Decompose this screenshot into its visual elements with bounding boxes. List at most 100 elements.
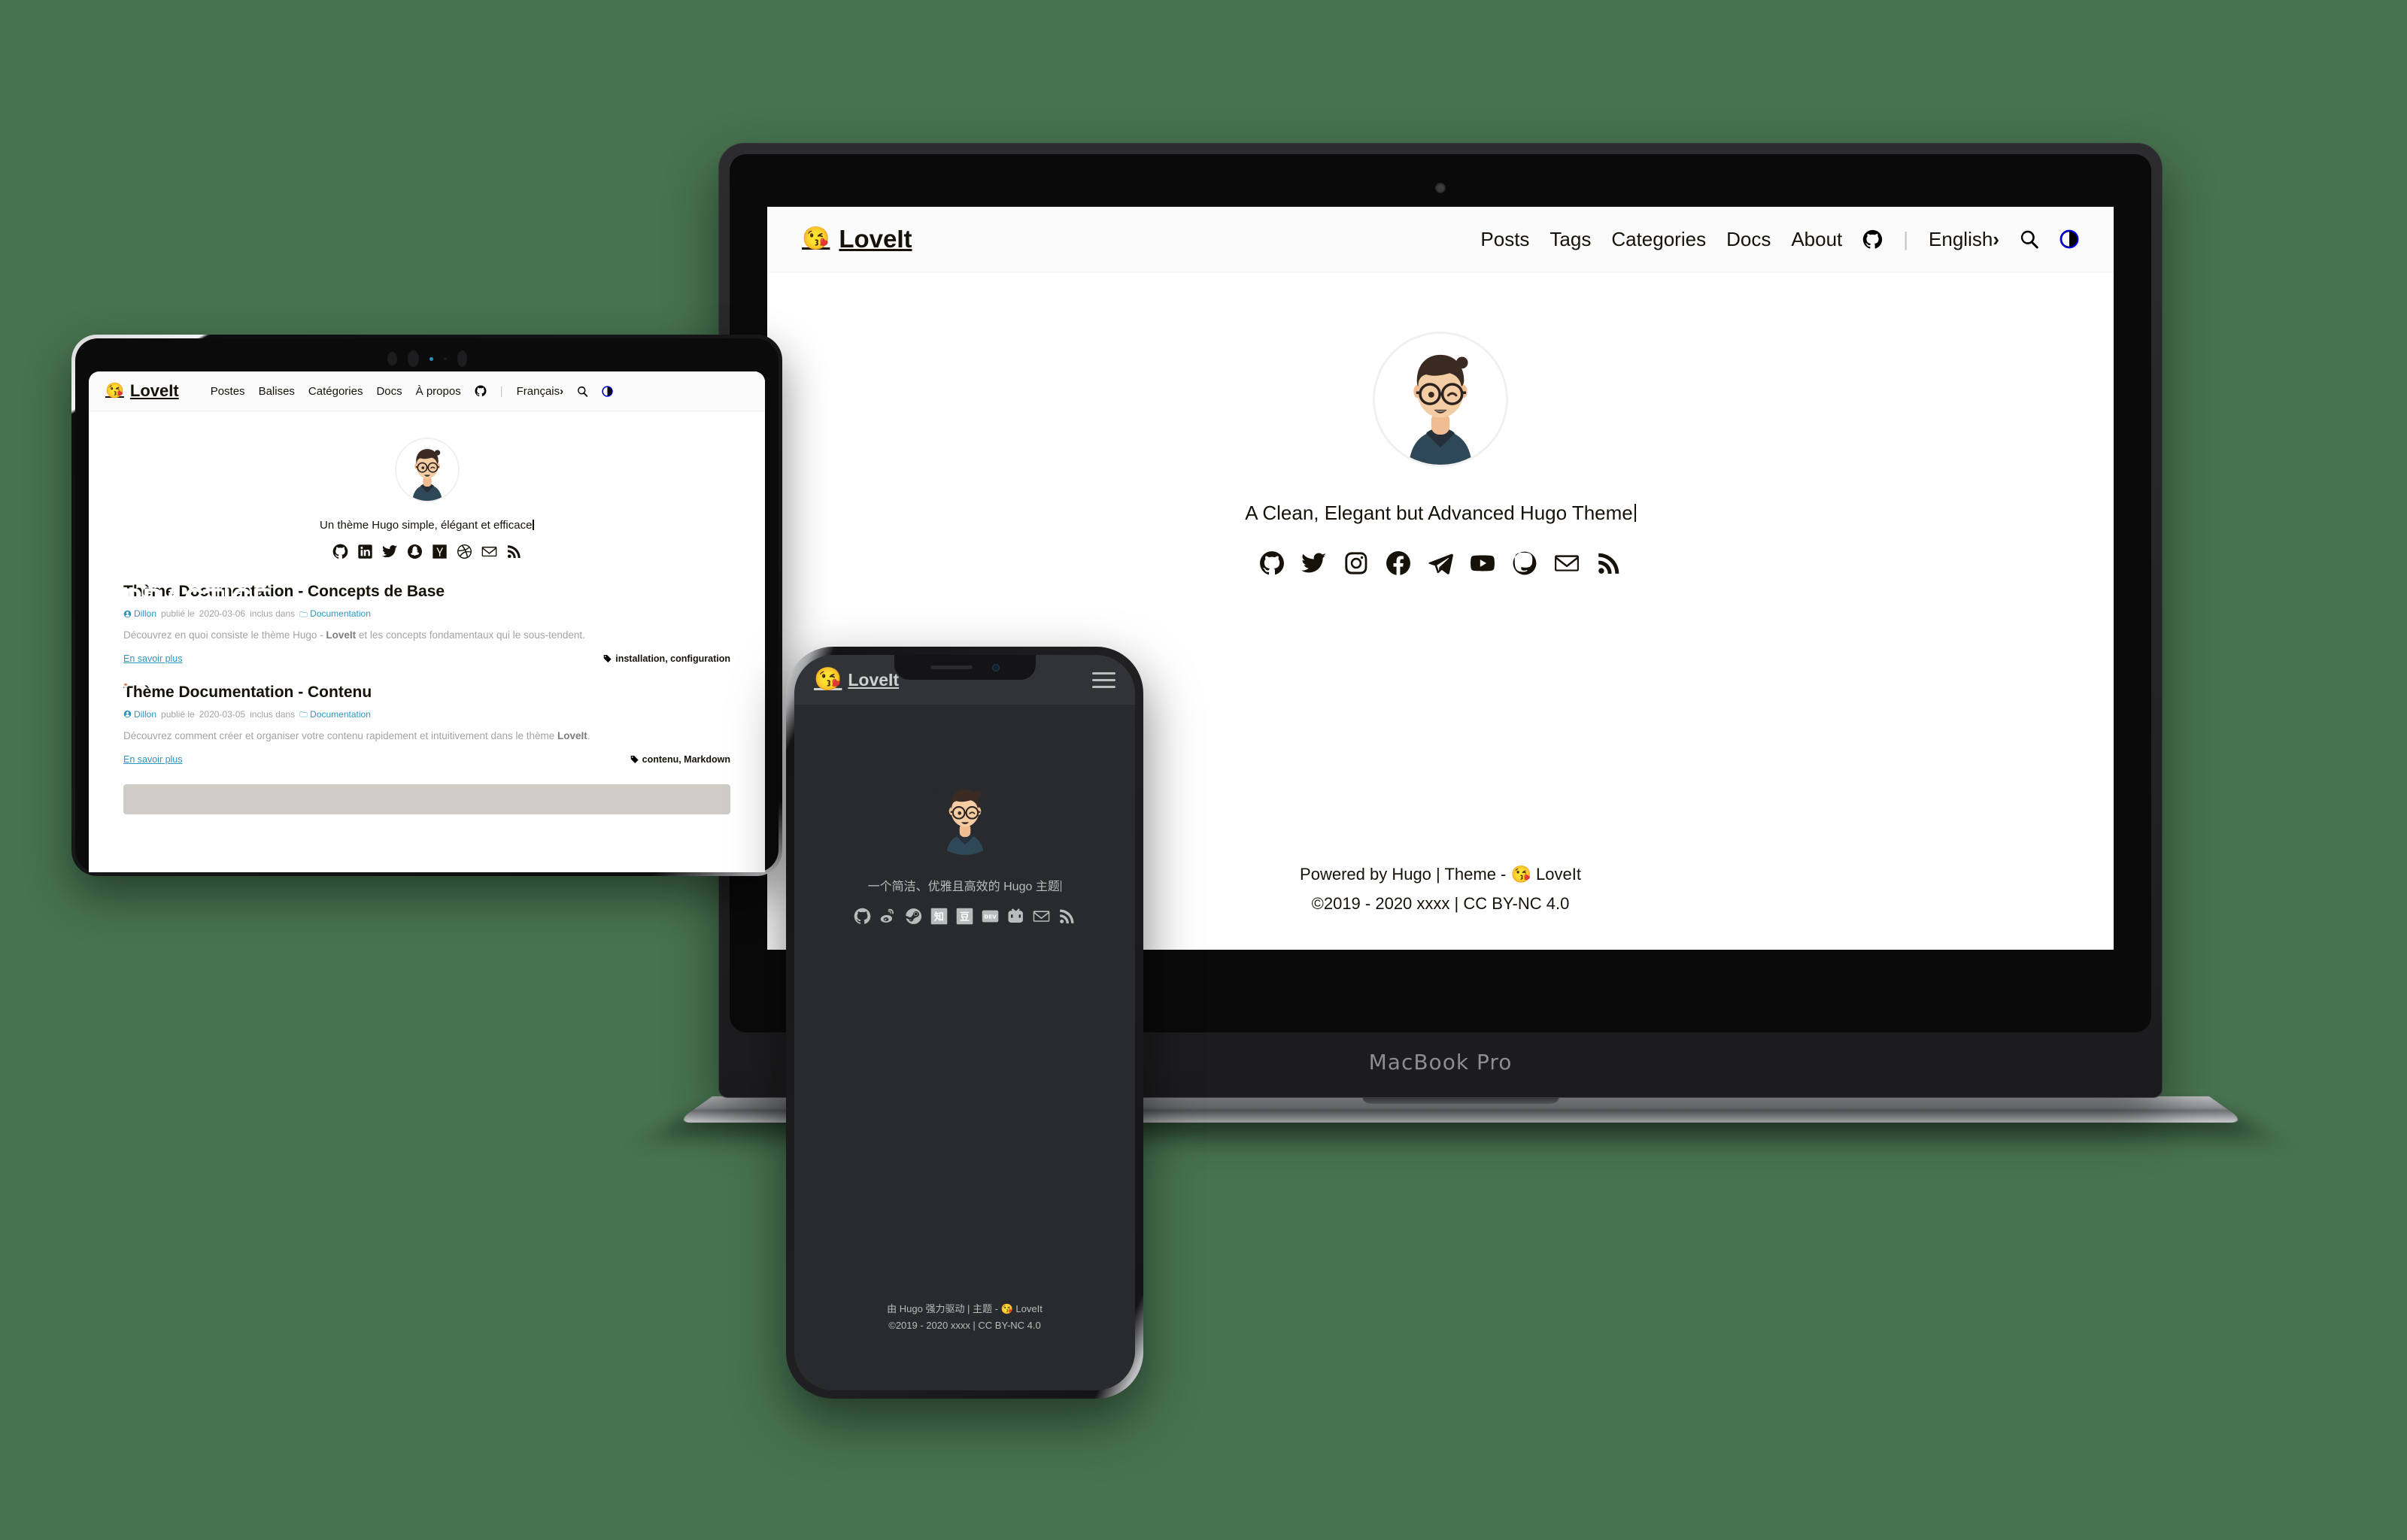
dribbble-icon[interactable]	[457, 544, 472, 563]
rss-icon[interactable]	[1058, 908, 1076, 929]
telegram-icon[interactable]	[1428, 550, 1453, 580]
site-tagline: 一个简洁、优雅且高效的 Hugo 主题	[794, 876, 1135, 894]
tablet-frame: 😘 LoveIt Postes Balises Catégories Docs …	[71, 335, 782, 876]
rss-icon[interactable]	[1596, 550, 1622, 580]
language-selector[interactable]: English›	[1929, 228, 1999, 251]
nav-divider: |	[499, 384, 503, 398]
phone-notch	[894, 655, 1036, 680]
github-icon[interactable]	[1862, 229, 1883, 250]
instagram-icon[interactable]	[1343, 550, 1369, 580]
nav-categories[interactable]: Catégories	[308, 385, 363, 398]
tablet-site-header: 😘 LoveIt Postes Balises Catégories Docs …	[89, 371, 765, 411]
language-selector[interactable]: Français›	[517, 385, 564, 398]
post-category[interactable]: Documentation	[299, 608, 371, 619]
nav-a-propos[interactable]: À propos	[416, 385, 461, 398]
brand-label: LoveIt	[839, 225, 912, 253]
read-more-link[interactable]: En savoir plus	[123, 653, 183, 664]
bilibili-icon[interactable]	[1007, 908, 1024, 929]
post-published-label: publié le	[161, 708, 195, 720]
tag-icon	[603, 655, 612, 663]
typing-caret	[533, 520, 534, 530]
folder-icon	[299, 611, 308, 617]
ycombinator-icon[interactable]	[432, 544, 448, 563]
avatar	[394, 438, 460, 502]
post-summary: Découvrez en quoi consiste le thème Hugo…	[123, 629, 585, 641]
nav-docs[interactable]: Docs	[1726, 228, 1771, 251]
nav-balises[interactable]: Balises	[259, 385, 295, 398]
post-list: BEST PRACTICE Thème Documentation - Conc…	[89, 551, 765, 814]
avatar-illustration	[925, 777, 1004, 855]
folder-icon	[299, 711, 308, 717]
nav-posts[interactable]: Posts	[1480, 228, 1529, 251]
post-tags[interactable]: contenu, Markdown	[630, 754, 730, 765]
laptop-main-nav: Posts Tags Categories Docs About | Engli…	[1480, 228, 2079, 251]
weibo-icon[interactable]	[879, 908, 897, 929]
steam-icon[interactable]	[905, 908, 922, 929]
youtube-icon[interactable]	[1470, 550, 1495, 580]
post-category[interactable]: Documentation	[299, 709, 371, 720]
nav-postes[interactable]: Postes	[211, 385, 245, 398]
brand-label: LoveIt	[848, 669, 900, 690]
email-icon[interactable]	[1033, 908, 1050, 929]
tablet-bezel: 😘 LoveIt Postes Balises Catégories Docs …	[75, 338, 779, 872]
kissing-face-icon: 😘	[1510, 864, 1531, 884]
douban-icon[interactable]	[956, 908, 973, 929]
email-icon[interactable]	[1554, 550, 1580, 580]
linkedin-icon[interactable]	[357, 544, 373, 563]
laptop-home-content: A Clean, Elegant but Advanced Hugo Theme	[767, 271, 2114, 580]
mastodon-icon[interactable]	[1512, 550, 1537, 580]
front-camera-icon	[991, 663, 1000, 671]
twitter-icon[interactable]	[381, 544, 398, 563]
theme-toggle-icon[interactable]	[602, 385, 614, 397]
phone-home-content: 一个简洁、优雅且高效的 Hugo 主题	[794, 705, 1135, 929]
search-icon[interactable]	[2020, 229, 2039, 249]
post-thumbnail-partial	[123, 784, 730, 814]
post-title[interactable]: Thème Documentation - Contenu	[123, 684, 730, 702]
rss-icon[interactable]	[506, 544, 522, 563]
facebook-icon[interactable]	[1386, 550, 1411, 580]
kissing-face-icon: 😘	[1000, 1303, 1013, 1315]
site-tagline: A Clean, Elegant but Advanced Hugo Theme	[767, 502, 2114, 525]
email-icon[interactable]	[481, 544, 497, 563]
kissing-face-icon: 😘	[105, 383, 124, 399]
post-author[interactable]: Dillon	[123, 709, 156, 720]
github-icon[interactable]	[1259, 550, 1285, 580]
twitter-icon[interactable]	[1301, 550, 1327, 580]
avatar-illustration	[396, 439, 458, 501]
nav-categories[interactable]: Categories	[1611, 228, 1706, 251]
theme-toggle-icon[interactable]	[2059, 229, 2079, 249]
phone-brand-logo[interactable]: 😘 LoveIt	[814, 668, 899, 691]
brand-label: LoveIt	[129, 381, 179, 400]
search-icon[interactable]	[577, 386, 588, 397]
tablet-screen: 😘 LoveIt Postes Balises Catégories Docs …	[89, 371, 765, 872]
post-card: BEST PRACTICE Thème Documentation - Conc…	[123, 551, 730, 664]
avatar-illustration	[1375, 334, 1506, 465]
read-more-link[interactable]: En savoir plus	[123, 754, 183, 765]
phone-frame: 😘 LoveIt 一个简洁、优雅且高效的 Hugo 主题 由 Hugo 强力驱动…	[786, 647, 1143, 1399]
typing-caret	[1060, 881, 1062, 892]
post-meta: Dillon publié le 2020-03-05 inclus dans …	[123, 709, 730, 720]
github-icon[interactable]	[854, 908, 871, 929]
nav-about[interactable]: About	[1791, 228, 1842, 251]
nav-tags[interactable]: Tags	[1550, 228, 1591, 251]
phone-social-links	[794, 908, 1135, 929]
hamburger-menu-icon[interactable]	[1092, 671, 1115, 688]
post-summary: Découvrez comment créer et organiser vot…	[123, 729, 590, 741]
snapchat-icon[interactable]	[407, 544, 423, 563]
nav-docs[interactable]: Docs	[376, 385, 402, 398]
kissing-face-icon: 😘	[802, 226, 830, 251]
github-icon[interactable]	[332, 544, 348, 563]
avatar	[925, 777, 1004, 855]
post-tags[interactable]: installation, configuration	[603, 653, 730, 664]
post-footer: En savoir plus installation, configurati…	[123, 653, 730, 664]
tablet-main-nav: Postes Balises Catégories Docs À propos …	[211, 384, 614, 398]
dev-icon[interactable]	[982, 908, 999, 929]
chevron-right-icon: ›	[1993, 227, 1999, 250]
avatar	[1373, 332, 1508, 467]
github-icon[interactable]	[475, 385, 487, 397]
chevron-right-icon: ›	[560, 384, 564, 398]
tablet-brand-logo[interactable]: 😘 LoveIt	[105, 381, 179, 401]
phone-site-footer: 由 Hugo 强力驱动 | 主题 - 😘 LoveIt ©2019 - 2020…	[794, 1301, 1135, 1333]
zhihu-icon[interactable]	[930, 908, 948, 929]
laptop-brand-logo[interactable]: 😘 LoveIt	[802, 225, 912, 253]
